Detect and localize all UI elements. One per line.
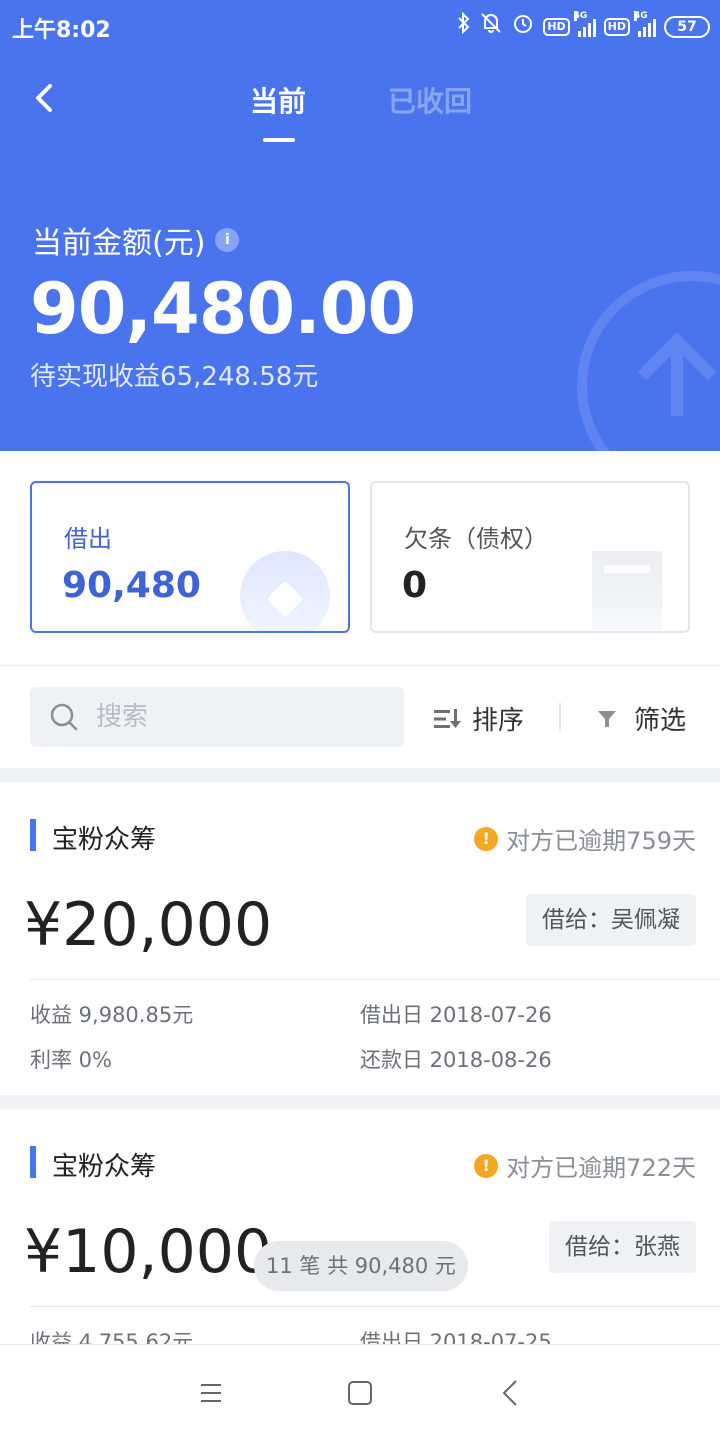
network-type-label: 4G	[573, 10, 588, 21]
loan-item[interactable]: 宝粉众筹 ! 对方已逾期759天 ¥20,000 借给：吴佩凝 收益 9,980…	[0, 782, 720, 1095]
overdue-status: ! 对方已逾期722天	[474, 1148, 696, 1183]
tab-indicator	[263, 138, 295, 142]
battery-icon: 57	[664, 15, 710, 38]
title-accent-bar	[30, 1146, 36, 1178]
pending-earnings: 待实现收益65,248.58元	[30, 362, 319, 392]
back-button[interactable]	[30, 78, 70, 118]
current-amount-label-text: 当前金额(元)	[32, 226, 206, 261]
debt-label: 欠条（债权）	[404, 525, 548, 553]
loan-earnings: 收益 4,755.62元	[30, 1330, 194, 1344]
loan-item[interactable]: 宝粉众筹 ! 对方已逾期722天 ¥10,000 借给：张燕 收益 4,755.…	[0, 1109, 720, 1344]
tab-current-label: 当前	[250, 85, 307, 118]
sort-label: 排序	[472, 706, 525, 736]
lent-to-tag: 借给：吴佩凝	[526, 894, 696, 946]
lent-to-tag: 借给：张燕	[549, 1221, 696, 1273]
bluetooth-icon	[457, 11, 471, 41]
status-bar: 上午8:02 HD 4G HD 4G 57	[0, 0, 720, 56]
divider	[0, 665, 720, 666]
current-amount-value: 90,480.00	[30, 268, 416, 350]
warning-icon: !	[474, 1153, 499, 1178]
lent-value: 90,480	[62, 565, 201, 606]
loan-earnings: 收益 9,980.85元	[30, 1003, 194, 1027]
summary-toast: 11 笔 共 90,480 元	[254, 1241, 468, 1291]
loan-lend-date: 借出日 2018-07-25	[360, 1330, 552, 1344]
section-gap	[0, 768, 720, 782]
chevron-left-icon	[36, 84, 52, 112]
sort-icon	[434, 708, 461, 728]
loan-title: 宝粉众筹	[52, 1152, 157, 1182]
loan-title: 宝粉众筹	[52, 825, 157, 855]
loan-repay-date: 还款日 2018-08-26	[360, 1048, 552, 1072]
warning-icon: !	[474, 826, 499, 851]
lent-summary-card[interactable]: 借出 90,480	[30, 481, 350, 633]
alarm-icon	[511, 12, 535, 41]
lent-label: 借出	[64, 525, 112, 553]
home-icon[interactable]	[340, 1375, 380, 1411]
status-time: 上午8:02	[12, 18, 111, 43]
hd-icon-2: HD	[603, 17, 630, 36]
current-amount-label: 当前金额(元) i	[32, 218, 240, 262]
filter-button[interactable]: 筛选	[596, 700, 686, 737]
system-navigation-bar	[0, 1344, 720, 1440]
status-icons: HD 4G HD 4G 57	[457, 10, 710, 41]
tab-recovered[interactable]: 已收回	[388, 80, 472, 120]
debt-summary-card[interactable]: 欠条（债权） 0	[370, 481, 690, 633]
overdue-status: ! 对方已逾期759天	[474, 821, 696, 856]
debt-value: 0	[402, 565, 428, 606]
menu-icon[interactable]	[191, 1375, 231, 1411]
loan-amount: ¥10,000	[24, 1217, 273, 1287]
header-area: 上午8:02 HD 4G HD 4G 57 当前 已收回 当前金额(元) i 9…	[0, 0, 720, 451]
overdue-text: 对方已逾期722天	[506, 1154, 696, 1182]
signal-icon-2: 4G	[634, 10, 656, 37]
signal-icon: 4G	[573, 10, 596, 37]
filter-label: 筛选	[634, 706, 687, 736]
filter-icon	[598, 710, 616, 727]
item-divider	[30, 979, 720, 980]
toolbar-divider	[559, 703, 561, 731]
info-icon[interactable]: i	[215, 228, 240, 252]
hd-icon: HD	[543, 17, 570, 36]
search-icon	[50, 703, 78, 731]
overdue-text: 对方已逾期759天	[506, 827, 696, 855]
sort-button[interactable]: 排序	[434, 700, 524, 737]
network-type-label-2: 4G	[634, 10, 648, 21]
loan-amount: ¥20,000	[24, 890, 273, 960]
loan-rate: 利率 0%	[30, 1048, 112, 1072]
tab-current[interactable]: 当前	[250, 80, 307, 142]
search-input[interactable]	[96, 697, 386, 737]
search-box[interactable]	[30, 687, 404, 747]
title-accent-bar	[30, 819, 36, 851]
tab-recovered-label: 已收回	[388, 85, 473, 118]
item-divider	[30, 1306, 720, 1307]
back-nav-icon[interactable]	[492, 1375, 532, 1411]
section-gap-2	[0, 1095, 720, 1109]
mute-bell-icon	[479, 12, 503, 41]
arrow-up-circle-icon	[577, 271, 720, 451]
document-icon	[592, 551, 662, 631]
loan-lend-date: 借出日 2018-07-26	[360, 1003, 552, 1027]
